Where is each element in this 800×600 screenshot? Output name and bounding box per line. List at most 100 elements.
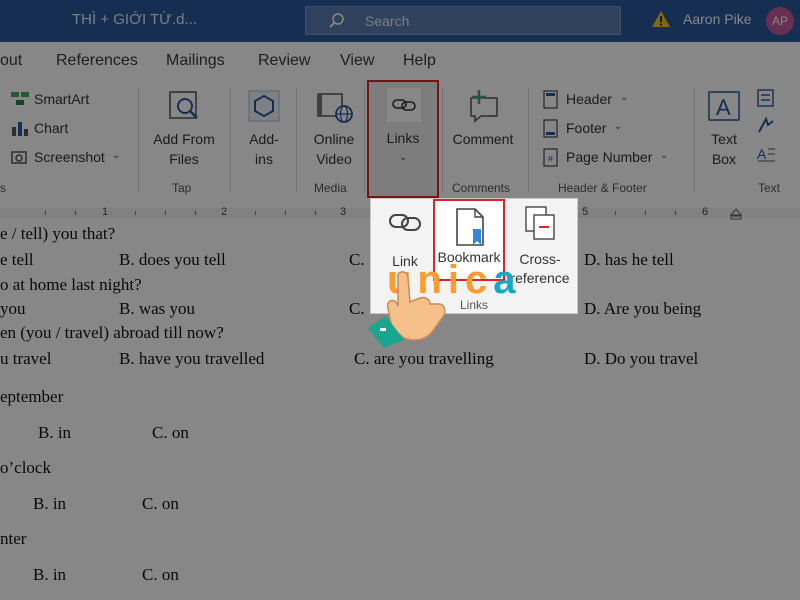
- document-line: B. in: [33, 565, 67, 584]
- links-label: Links: [386, 130, 420, 146]
- link-icon: [392, 99, 416, 111]
- add-from-files-label-1: Add From: [153, 131, 215, 147]
- drop-cap-icon[interactable]: A: [756, 144, 776, 164]
- search-placeholder: Search: [365, 13, 410, 29]
- ribbon-separator: [230, 88, 231, 192]
- warning-icon[interactable]: [651, 10, 671, 28]
- links-icon-box: [387, 88, 421, 122]
- ruler-tick: [315, 211, 316, 215]
- document-line: C. on: [142, 565, 179, 584]
- header-label: Header: [566, 91, 612, 107]
- ribbon-separator: [364, 88, 365, 192]
- ruler-tick: [255, 211, 256, 215]
- screenshot-label: Screenshot: [34, 149, 105, 165]
- group-label-header-footer: Header & Footer: [558, 181, 647, 195]
- document-line: B. was you: [119, 299, 196, 318]
- text-box-label-1: Text: [711, 131, 737, 147]
- tab-review[interactable]: Review: [258, 52, 310, 70]
- document-line: en (you / travel) abroad till now?: [0, 323, 224, 342]
- document-line: C. on: [152, 423, 189, 442]
- indent-marker-icon[interactable]: [730, 208, 742, 220]
- add-ins-label-2: ins: [255, 151, 273, 167]
- group-label-media: Media: [314, 181, 347, 195]
- document-line: C. are you travelling: [354, 349, 494, 368]
- footer-icon: [543, 119, 558, 138]
- smartart-icon: [11, 92, 29, 105]
- text-box-label-2: Box: [711, 151, 737, 167]
- ruler-number: 1: [102, 206, 109, 218]
- svg-text:#: #: [548, 154, 553, 164]
- ribbon-separator: [694, 88, 695, 192]
- user-name[interactable]: Aaron Pike: [683, 11, 751, 27]
- comment-icon: [470, 90, 498, 123]
- add-from-files-icon: [169, 91, 198, 119]
- document-line: e tell: [0, 250, 34, 269]
- ribbon-tabs: out References Mailings Review View Help: [0, 42, 800, 80]
- ribbon-separator: [528, 88, 529, 192]
- add-from-files-button[interactable]: Add From Files: [146, 88, 222, 169]
- document-line: C. on: [142, 494, 179, 513]
- document-line: D. has he tell: [584, 250, 674, 269]
- group-label-tap: Tap: [172, 181, 192, 195]
- document-line: o at home last night?: [0, 275, 142, 294]
- ruler-tick: [75, 211, 76, 215]
- chevron-down-icon: ⌄: [660, 150, 669, 161]
- ruler-number: 6: [702, 206, 709, 218]
- ruler-tick: [45, 211, 46, 215]
- add-ins-label-1: Add-: [249, 131, 279, 147]
- wordart-icon[interactable]: [756, 116, 776, 136]
- document-line: nter: [0, 529, 27, 548]
- online-video-button[interactable]: Online Video: [306, 88, 362, 169]
- ruler-tick: [195, 211, 196, 215]
- page-number-label: Page Number: [566, 149, 653, 165]
- ruler-number: 5: [582, 206, 589, 218]
- add-ins-button[interactable]: Add- ins: [240, 88, 288, 169]
- document-line: B. have you travelled: [119, 349, 265, 368]
- ruler-tick: [285, 211, 286, 215]
- tab-mailings[interactable]: Mailings: [166, 52, 225, 70]
- pointing-hand-icon: [368, 271, 446, 348]
- document-line: D. Do you travel: [584, 349, 699, 368]
- page-number-icon: #: [543, 148, 558, 167]
- tab-view[interactable]: View: [340, 52, 374, 70]
- document-line: e / tell) you that?: [0, 224, 116, 243]
- footer-label: Footer: [566, 120, 607, 136]
- search-box[interactable]: Search: [305, 6, 621, 35]
- document-line: you: [0, 299, 26, 318]
- ruler-tick: [615, 211, 616, 215]
- title-bar: THÌ + GIỚI TỪ.d... Search Aaron Pike AP: [0, 0, 800, 42]
- add-ins-icon: [248, 90, 280, 122]
- document-title: THÌ + GIỚI TỪ.d...: [72, 11, 198, 28]
- tab-layout[interactable]: out: [0, 52, 22, 70]
- chart-label: Chart: [34, 120, 69, 136]
- chevron-down-icon: ⌄: [399, 152, 408, 163]
- ruler-number: 3: [340, 206, 347, 218]
- group-label-illustrations: s: [0, 181, 6, 195]
- comment-button[interactable]: Comment: [446, 88, 520, 149]
- document-line: B. in: [38, 423, 72, 442]
- logo-text-2: ic: [447, 258, 494, 302]
- tab-references[interactable]: References: [56, 52, 138, 70]
- chart-icon: [12, 122, 28, 136]
- ribbon-separator: [442, 88, 443, 192]
- svg-text:A: A: [757, 146, 767, 162]
- document-line: B. in: [33, 494, 67, 513]
- comment-label: Comment: [452, 131, 514, 147]
- chevron-down-icon: ⌄: [112, 150, 121, 161]
- document-line: eptember: [0, 387, 64, 406]
- links-button[interactable]: Links ⌄: [367, 80, 439, 198]
- bookmark-icon: [456, 208, 484, 246]
- avatar[interactable]: AP: [766, 7, 794, 35]
- header-icon: [543, 90, 558, 109]
- quick-parts-icon[interactable]: [756, 88, 776, 108]
- ruler-number: 2: [221, 206, 228, 218]
- ribbon-separator: [138, 88, 139, 192]
- screenshot-icon: [11, 151, 27, 164]
- group-label-comments: Comments: [452, 181, 511, 195]
- tab-help[interactable]: Help: [403, 52, 436, 70]
- svg-text:A: A: [716, 95, 731, 120]
- document-line: D. Are you being: [584, 299, 702, 318]
- chevron-down-icon: ⌄: [614, 121, 623, 132]
- ribbon-separator: [296, 88, 297, 192]
- text-box-button[interactable]: A Text Box: [700, 88, 748, 169]
